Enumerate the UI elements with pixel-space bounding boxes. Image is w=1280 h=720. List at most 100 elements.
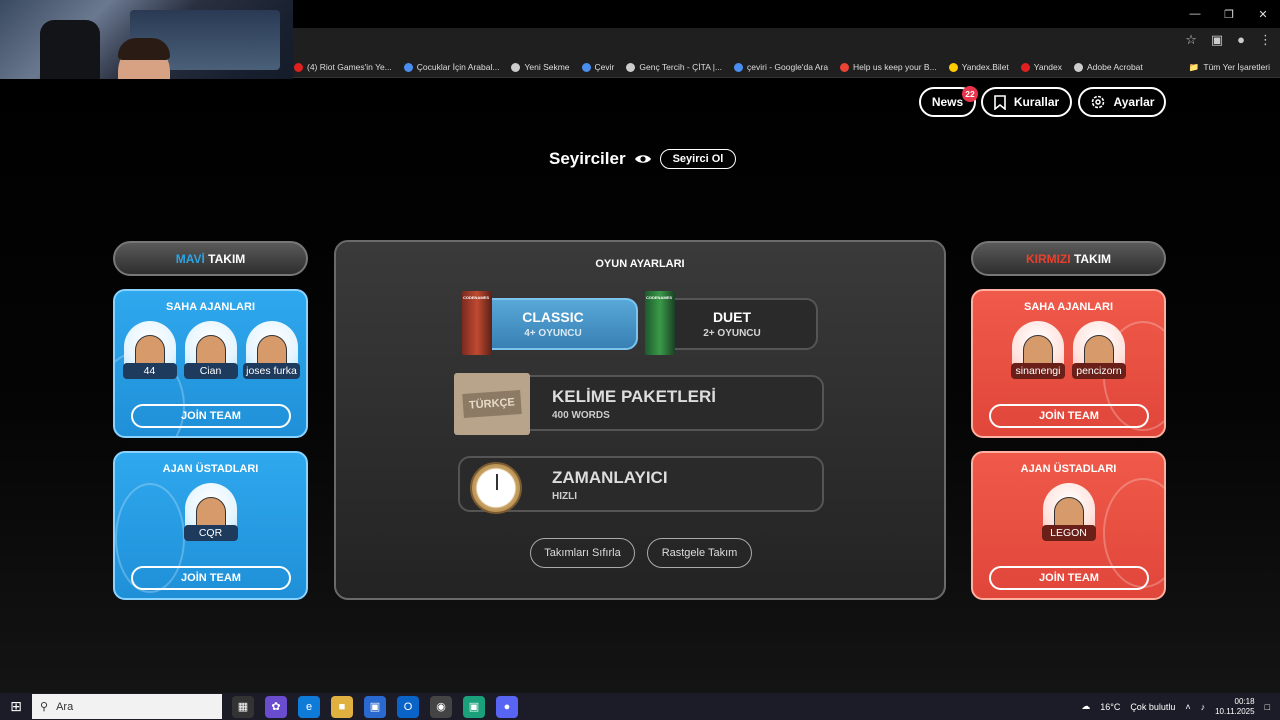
stopwatch-icon — [470, 462, 522, 514]
bookmark-label: Çocuklar İçin Arabal... — [416, 62, 500, 72]
tray-chevron-icon[interactable]: ˄ — [1185, 702, 1190, 712]
clock-time: 00:18 — [1234, 696, 1255, 706]
avatar — [245, 321, 298, 369]
bookmark-item[interactable]: Help us keep your B... — [840, 62, 937, 72]
all-bookmarks[interactable]: 📁 Tüm Yer İşaretleri — [1189, 56, 1270, 78]
bookmark-label: çeviri - Google'da Ara — [747, 62, 829, 72]
duet-box-label: CODENAMES — [646, 295, 673, 300]
restore-icon[interactable]: ❐ — [1212, 0, 1246, 28]
player-name: CQR — [183, 525, 238, 541]
windows-start-icon[interactable]: ⊞ — [0, 693, 32, 720]
spectators-title: Seyirciler — [549, 149, 626, 168]
bookmark-item[interactable]: çeviri - Google'da Ara — [734, 62, 828, 72]
bookmark-label: Yandex.Bilet — [961, 62, 1009, 72]
blue-team-accent: MAVİ — [175, 251, 205, 266]
store-icon[interactable]: ▣ — [364, 695, 386, 718]
bookmark-label: (4) Riot Games'in Ye... — [307, 62, 392, 72]
discord-icon[interactable]: ● — [496, 695, 518, 718]
taskbar-search[interactable]: ⚲ Ara — [32, 694, 222, 719]
bookmark-list: (4) Riot Games'in Ye... Çocuklar İçin Ara… — [294, 56, 1143, 78]
red-spymasters-title: AJAN ÜSTADLARI — [1020, 463, 1117, 475]
bookmark-item[interactable]: Çocuklar İçin Arabal... — [403, 62, 500, 72]
timer-title: ZAMANLAYICI — [552, 468, 668, 487]
avatar — [184, 321, 237, 369]
all-bookmarks-label: Tüm Yer İşaretleri — [1203, 62, 1270, 72]
news-label: News — [931, 95, 964, 109]
player-avatar: joses furka — [243, 321, 300, 379]
notification-icon[interactable]: □ — [1265, 702, 1270, 712]
blue-spymasters-list: CQR — [115, 483, 306, 541]
outlook-icon[interactable]: O — [397, 695, 419, 718]
game-page: News 22 Kurallar Ayarlar Seyirciler Seyi… — [0, 79, 1280, 693]
red-operatives-join-button[interactable]: JOİN TEAM — [989, 404, 1149, 428]
bookmark-item[interactable]: (4) Riot Games'in Ye... — [294, 62, 392, 72]
search-placeholder: Ara — [56, 700, 74, 713]
avatar — [1042, 483, 1095, 531]
bookmark-item[interactable]: Yandex.Bilet — [948, 62, 1009, 72]
red-spymasters-list: LEGON — [973, 483, 1164, 541]
app-icon[interactable]: ▣ — [463, 695, 485, 718]
bookmark-favicon-icon — [581, 62, 591, 72]
red-operatives-list: sinanengi pencizorn — [973, 321, 1164, 379]
news-badge: 22 — [962, 86, 978, 102]
file-explorer-icon[interactable]: ■ — [331, 695, 353, 718]
chrome-icon[interactable]: ◉ — [430, 695, 452, 718]
avatar — [1012, 321, 1064, 369]
weather-icon: ☁ — [1081, 701, 1091, 711]
blue-operatives-join-button[interactable]: JOİN TEAM — [131, 404, 291, 428]
classic-box-label: CODENAMES — [463, 295, 490, 300]
bookmark-favicon-icon — [1074, 62, 1083, 72]
codenames-duet-box-image: CODENAMES — [645, 291, 675, 355]
blue-operatives-title: SAHA AJANLARI — [165, 301, 256, 313]
bookmark-label: Yeni Sekme — [524, 62, 570, 72]
word-packs-subtitle: 400 WORDS — [552, 410, 610, 421]
bookmark-label: Çevir — [594, 62, 615, 72]
bookmark-item[interactable]: Genç Tercih - ÇİTA |... — [626, 62, 722, 72]
player-name: sinanengi — [1011, 363, 1065, 379]
random-team-button[interactable]: Rastgele Takım — [647, 538, 752, 568]
mode-duet-title: DUET — [712, 309, 752, 325]
blue-team-header: MAVİ TAKIM — [113, 241, 308, 276]
bookmark-icon — [994, 94, 1006, 110]
become-spectator-button[interactable]: Seyirci Ol — [659, 149, 737, 169]
game-settings-panel: OYUN AYARLARI CLASSIC 4+ OYUNCU CODENAME… — [334, 240, 946, 600]
reset-teams-button[interactable]: Takımları Sıfırla — [530, 538, 635, 568]
extensions-icon[interactable]: ▣ — [1211, 32, 1223, 48]
bookmark-favicon-icon — [948, 62, 958, 72]
player-name: LEGON — [1041, 525, 1096, 541]
red-spymasters-join-button[interactable]: JOİN TEAM — [989, 566, 1149, 590]
copilot-icon[interactable]: ✿ — [265, 695, 287, 718]
bookmark-item[interactable]: Yeni Sekme — [511, 62, 570, 72]
mode-classic-button[interactable]: CLASSIC 4+ OYUNCU — [468, 298, 638, 350]
close-icon[interactable]: ✕ — [1246, 0, 1280, 28]
bookmark-label: Help us keep your B... — [853, 62, 937, 72]
star-icon[interactable]: ☆ — [1185, 32, 1197, 48]
red-operatives-title: SAHA AJANLARI — [1023, 301, 1114, 313]
clock-date: 10.11.2025 — [1215, 706, 1255, 716]
volume-icon[interactable]: ♪ — [1201, 702, 1206, 712]
address-bar[interactable] — [293, 28, 1280, 56]
avatar — [1073, 321, 1125, 369]
window-controls: — ❐ ✕ — [1178, 0, 1280, 28]
edge-icon[interactable]: e — [298, 695, 320, 718]
clock[interactable]: 00:18 10.11.2025 — [1215, 697, 1254, 717]
task-view-icon[interactable]: ▦ — [232, 695, 254, 718]
bookmark-item[interactable]: Adobe Acrobat — [1074, 62, 1143, 72]
gear-icon — [1091, 95, 1104, 109]
bookmark-item[interactable]: Yandex — [1020, 62, 1062, 72]
settings-button[interactable]: Ayarlar — [1078, 87, 1166, 117]
timer-subtitle: HIZLI — [552, 491, 577, 502]
word-pack-tag: TÜRKÇE — [462, 390, 522, 418]
profile-icon[interactable]: ● — [1237, 32, 1245, 48]
player-avatar: 44 — [122, 321, 177, 379]
rules-button[interactable]: Kurallar — [981, 87, 1072, 117]
blue-spymasters-card: AJAN ÜSTADLARI CQR JOİN TEAM — [113, 451, 308, 600]
bookmark-favicon-icon — [734, 62, 744, 72]
red-spymasters-card: AJAN ÜSTADLARI LEGON JOİN TEAM — [971, 451, 1166, 600]
bookmark-favicon-icon — [403, 62, 413, 72]
codenames-classic-box-image: CODENAMES — [462, 291, 492, 355]
minimize-icon[interactable]: — — [1178, 0, 1212, 28]
blue-spymasters-join-button[interactable]: JOİN TEAM — [131, 566, 291, 590]
menu-icon[interactable]: ⋮ — [1259, 32, 1272, 48]
bookmark-item[interactable]: Çevir — [581, 62, 615, 72]
